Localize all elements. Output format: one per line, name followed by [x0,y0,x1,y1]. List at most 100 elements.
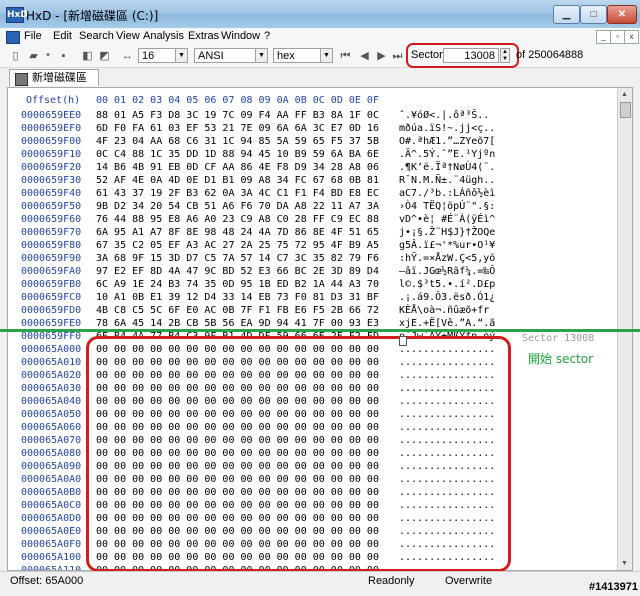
offset-base-select[interactable]: hex ▼ [273,48,333,63]
ascii-row[interactable]: —âï.JGœ½Rãf¼.=‰Ô [399,265,495,278]
ascii-row[interactable]: O#.ªhÆ1.”…ZYeõ7[ [399,135,495,148]
open-folder-icon[interactable]: ▰ [26,49,41,63]
status-offset: Offset: 65A000 [10,575,84,587]
mdi-minimize-icon[interactable]: _ [596,30,611,44]
first-sector-icon[interactable]: ⏮ [338,49,353,63]
hex-row[interactable]: 67 35 C2 05 EF A3 AC 27 2A 25 75 72 95 4… [96,239,379,252]
hex-row[interactable]: 52 AF 4E 0A 4D 0E D1 B1 09 A8 34 FC 67 6… [96,174,379,187]
hex-row[interactable]: 76 44 88 95 E8 A6 A0 23 C9 A8 C0 28 FF C… [96,213,379,226]
watermark: #1413971 [589,581,638,593]
hex-row[interactable]: 3A 68 9F 15 3D D7 C5 7A 57 14 C7 3C 35 8… [96,252,379,265]
tools-icon[interactable]: ◩ [97,49,112,63]
document-icon[interactable] [6,31,20,44]
bytes-per-row-icon: ↔ [122,50,133,62]
chevron-down-icon[interactable]: ▼ [175,49,187,62]
mdi-restore-icon[interactable]: ▫ [610,30,625,44]
hex-row[interactable]: 4B C8 C5 5C 6F E0 AC 0B 7F F1 FB E6 F5 2… [96,304,379,317]
tab-drive-c[interactable]: 新增磁碟區 (C:) [9,69,99,101]
status-mode: Readonly [368,575,415,587]
hex-row[interactable]: 4F 23 04 AA 68 C6 31 1C 94 85 5A 59 65 F… [96,135,379,148]
last-sector-icon[interactable]: ⏭ [390,49,405,63]
sector-total: of 250064888 [516,49,584,61]
scroll-up-icon[interactable]: ▲ [619,89,630,100]
menu-edit[interactable]: Edit [53,30,72,42]
offset-cell: 0000659F70 [21,227,82,238]
offset-cell: 0000659F90 [21,253,82,264]
hex-row[interactable]: 0C C4 88 1C 35 DD 1D 88 94 45 10 B9 59 6… [96,148,379,161]
scroll-thumb[interactable] [620,102,631,118]
ascii-row[interactable]: :hŸ.=×ÅzW.Ç<5‚yö [399,252,495,265]
hex-row[interactable]: 88 01 A5 F3 D8 3C 19 7C 09 F4 AA FF B3 8… [96,109,379,122]
offset-cell: 0000659F00 [21,136,82,147]
ascii-row[interactable]: aC7./³b.:LÁñô½èì [399,187,495,200]
ascii-row[interactable]: vD^•è¦ #É¨À(ÿÉì^ [399,213,495,226]
bytes-per-row-value: 16 [142,50,155,62]
sector-marker: Sector 13008 [522,333,595,344]
sector-data-highlight [86,336,511,572]
properties-icon[interactable]: ◧ [80,49,95,63]
hex-row[interactable]: 6C A9 1E 24 B3 74 35 0D 95 1B ED B2 1A 4… [96,278,379,291]
menu-help[interactable]: ? [264,30,270,42]
caret-icon [399,336,407,346]
ascii-row[interactable]: l©.$³t5.•.í².D£p [399,278,495,291]
offset-cell: 000065A0C0 [21,500,82,511]
offset-header: Offset(h) [26,95,81,106]
chevron-down-icon[interactable]: ▼ [320,49,332,62]
offset-cell: 0000659FD0 [21,305,82,316]
offset-cell: 0000659F20 [21,162,82,173]
ascii-row[interactable]: R¯N.M.Ñ±.¨4ügh.. [399,174,495,187]
offset-column: 0000659EE0 0000659EF0 0000659F00 0000659F10… [21,109,82,571]
window-title: HxD - [新增磁碟區 (C:)] [26,9,159,23]
menu-extras[interactable]: Extras [188,30,219,42]
menu-file[interactable]: File [24,30,42,42]
save-icon[interactable]: ▪ [56,49,71,63]
close-button[interactable]: ✕ [607,5,637,24]
hex-row[interactable]: 97 E2 EF 8D 4A 47 9C BD 52 E3 66 BC 2E 3… [96,265,379,278]
offset-cell: 000065A0B0 [21,487,82,498]
ascii-row[interactable]: g5Â.ï£¬'*%ur•O¹¥ [399,239,495,252]
chevron-down-icon[interactable]: ▼ [255,49,267,62]
hex-row[interactable]: 9B D2 34 20 54 CB 51 A6 F6 70 DA A8 22 1… [96,200,379,213]
menu-analysis[interactable]: Analysis [143,30,184,42]
hex-row[interactable]: 61 43 37 19 2F B3 62 0A 3A 4C C1 F1 F4 B… [96,187,379,200]
ascii-row[interactable]: .¡.á9.Ô3.ësð.Ó1¿ [399,291,495,304]
mdi-close-icon[interactable]: x [624,30,639,44]
bytes-per-row-select[interactable]: 16 ▼ [138,48,188,63]
offset-cell: 0000659F40 [21,188,82,199]
open-dropdown-icon[interactable]: ▾ [44,49,52,63]
offset-cell: 000065A0E0 [21,526,82,537]
sector-label: Sector [411,49,443,61]
offset-cell: 000065A0D0 [21,513,82,524]
offset-cell: 0000659FB0 [21,279,82,290]
hex-row[interactable]: 14 B6 4B 91 EB 0D CF AA 86 4E F8 D9 34 2… [96,161,379,174]
menu-window[interactable]: Window [221,30,260,42]
maximize-button[interactable]: □ [580,5,607,24]
offset-cell: 0000659F10 [21,149,82,160]
next-sector-icon[interactable]: ▶ [374,49,389,63]
hex-row[interactable]: 6D F0 FA 61 03 EF 53 21 7E 09 6A 6A 3C E… [96,122,379,135]
ascii-row[interactable]: .Ä^.5Ý.ˆ”E.¹Yjºn [399,148,495,161]
offset-cell: 000065A080 [21,448,82,459]
ascii-row[interactable]: KÈÅ\oà¬.ñûæõ+fr [399,304,495,317]
charset-select[interactable]: ANSI ▼ [194,48,268,63]
offset-cell: 000065A020 [21,370,82,381]
hex-row[interactable]: 10 A1 0B E1 39 12 D4 33 14 EB 73 F0 81 D… [96,291,379,304]
previous-sector-icon[interactable]: ◀ [357,49,372,63]
sector-spinner[interactable]: ▲ ▼ [500,48,510,63]
offset-cell: 000065A110 [21,565,82,571]
new-file-icon[interactable]: ▯ [8,49,23,63]
ascii-row[interactable]: .¶K‘ë.Ïª†NøÙ4(¨. [399,161,495,174]
status-insert-mode: Overwrite [445,575,493,587]
menu-view[interactable]: View [116,30,140,42]
offset-cell: 000065A050 [21,409,82,420]
ascii-row[interactable]: ›Ò4 TËQ¦öpÚ¨".§: [399,200,495,213]
minimize-button[interactable]: ▁ [553,5,580,24]
menu-search[interactable]: Search [79,30,114,42]
ascii-row[interactable]: mðúa.ïS!~.jj<ç.. [399,122,495,135]
hex-row[interactable]: 6A 95 A1 A7 8F 8E 98 48 24 4A 7D 86 8E 4… [96,226,379,239]
status-bar: Offset: 65A000 Readonly Overwrite [0,571,640,596]
sector-input[interactable]: 13008 [443,48,499,63]
ascii-row[interactable]: ˆ.¥óØ<.|.ôª³Š.. [399,109,495,122]
scroll-down-icon[interactable]: ▼ [619,558,630,569]
ascii-row[interactable]: j•¡§.Ž˜H$J}†ŽOQe [399,226,495,239]
